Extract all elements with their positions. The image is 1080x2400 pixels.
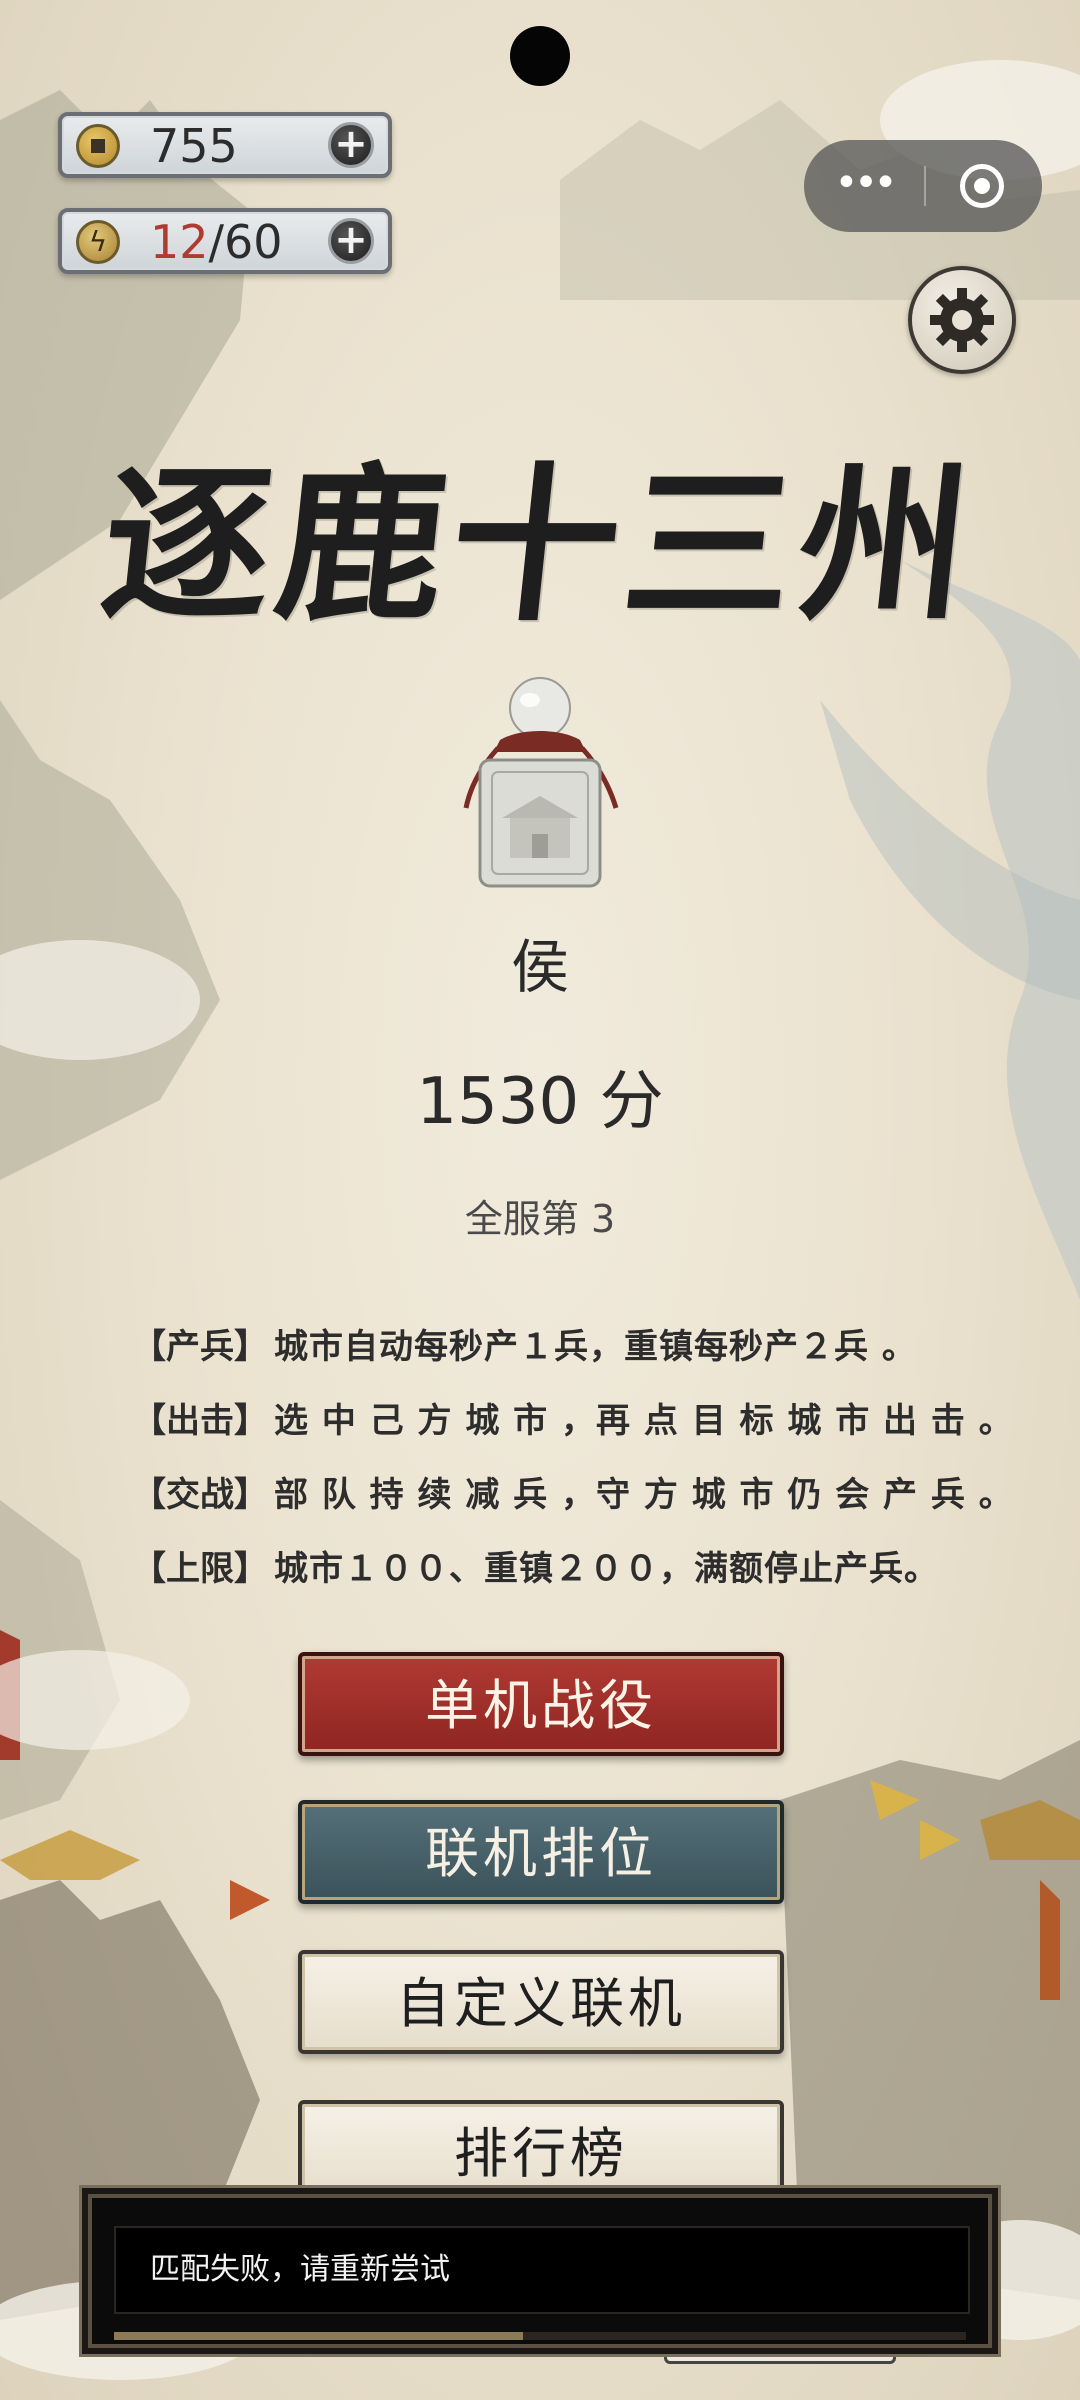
rule-tag: 【上限】	[132, 1549, 268, 1589]
toast-body: 匹配失败，请重新尝试	[114, 2226, 970, 2314]
rule-item: 【产兵】 城市自动每秒产１兵，重镇每秒产２兵 。	[132, 1310, 992, 1384]
game-rules: 【产兵】 城市自动每秒产１兵，重镇每秒产２兵 。 【出击】选 中 己 方 城 市 …	[132, 1310, 1013, 1606]
rule-text: 城市自动每秒产１兵，重镇每秒产２兵 。	[274, 1327, 917, 1367]
rule-item: 【交战】部 队 持 续 减 兵 ，守 方 城 市 仍 会 产 兵 。	[132, 1458, 1013, 1532]
player-score: 1530 分	[416, 1065, 664, 1139]
ranked-online-button[interactable]: 联机排位	[298, 1800, 784, 1904]
coin-value: 755	[150, 119, 238, 173]
custom-online-button[interactable]: 自定义联机	[298, 1950, 784, 2054]
energy-counter: ϟ 12/60 +	[58, 208, 392, 274]
server-rank: 全服第 3	[464, 1197, 616, 1241]
target-icon[interactable]	[960, 164, 1004, 208]
rank-seal-emblem	[463, 677, 619, 888]
mini-program-capsule: •••	[804, 140, 1042, 232]
gear-icon	[930, 288, 994, 352]
toast-message: 匹配失败，请重新尝试	[150, 2252, 450, 2287]
energy-max: /60	[208, 215, 283, 269]
rule-item: 【上限】 城市１００、重镇２００，满额停止产兵。	[132, 1532, 992, 1606]
rule-tag: 【出击】	[132, 1401, 268, 1441]
toast-progress-bar	[114, 2332, 966, 2340]
rule-tag: 【产兵】	[132, 1327, 268, 1367]
camera-notch	[510, 26, 570, 86]
rule-text: 选 中 己 方 城 市 ，再 点 目 标 城 市 出 击 。	[274, 1401, 1014, 1441]
solo-campaign-button[interactable]: 单机战役	[298, 1652, 784, 1756]
add-energy-button[interactable]: +	[328, 218, 374, 264]
leaderboard-button[interactable]: 排行榜	[298, 2100, 784, 2204]
settings-button[interactable]	[908, 266, 1016, 374]
more-dots-icon[interactable]: •••	[832, 140, 898, 232]
rule-text: 部 队 持 续 减 兵 ，守 方 城 市 仍 会 产 兵 。	[274, 1475, 1014, 1515]
add-coins-button[interactable]: +	[328, 122, 374, 168]
rank-title: 侯	[510, 933, 569, 1001]
error-toast: 匹配失败，请重新尝试	[88, 2194, 992, 2348]
rule-tag: 【交战】	[132, 1475, 268, 1515]
capsule-divider	[924, 166, 926, 206]
game-title: 逐鹿十三州	[93, 446, 984, 644]
energy-value: 12/60	[150, 216, 283, 268]
toast-progress-fill	[114, 2332, 523, 2340]
lightning-icon: ϟ	[76, 220, 120, 264]
coin-counter: 755 +	[58, 112, 392, 178]
energy-current: 12	[150, 215, 209, 269]
coin-icon	[76, 124, 120, 168]
rule-item: 【出击】选 中 己 方 城 市 ，再 点 目 标 城 市 出 击 。	[132, 1384, 1013, 1458]
rule-text: 城市１００、重镇２００，满额停止产兵。	[274, 1549, 939, 1589]
